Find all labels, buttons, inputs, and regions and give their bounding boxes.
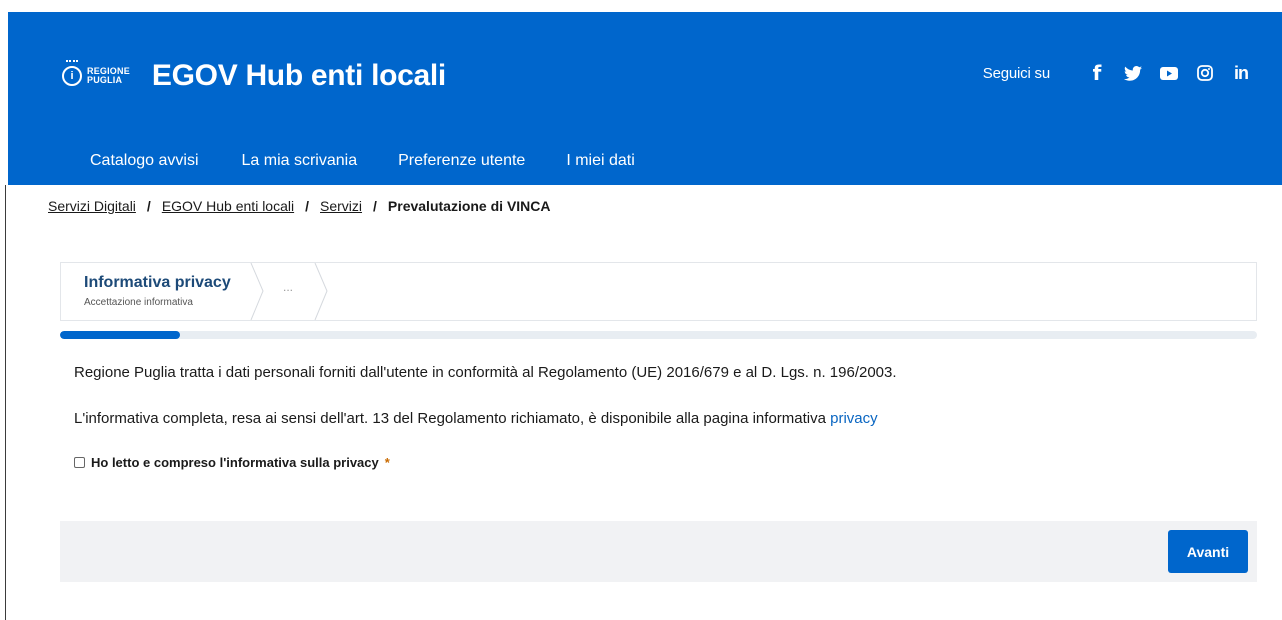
privacy-consent-checkbox[interactable] xyxy=(74,457,85,468)
step-chevron-icon xyxy=(314,263,328,320)
step-title: Informativa privacy xyxy=(84,274,231,291)
required-marker: * xyxy=(384,455,390,470)
privacy-paragraph: Regione Puglia tratta i dati personali f… xyxy=(74,364,897,381)
instagram-icon[interactable] xyxy=(1194,62,1216,84)
regione-emblem-icon: i xyxy=(62,60,82,86)
privacy-consent-label: Ho letto e compreso l'informativa sulla … xyxy=(91,455,379,470)
breadcrumb-servizi[interactable]: Servizi xyxy=(320,198,362,214)
privacy-info-paragraph: L'informativa completa, resa ai sensi de… xyxy=(74,410,878,427)
social-label: Seguici su xyxy=(982,64,1050,82)
social-links: Seguici su f in xyxy=(982,61,1252,85)
main-nav: Catalogo avvisi La mia scrivania Prefere… xyxy=(8,137,635,185)
logo-line-2: PUGLIA xyxy=(87,75,123,85)
youtube-icon[interactable] xyxy=(1158,62,1180,84)
step-next-placeholder: ... xyxy=(283,280,294,294)
left-border xyxy=(5,185,6,620)
step-informativa-privacy: Informativa privacy Accettazione informa… xyxy=(84,274,231,308)
site-header: i REGIONE PUGLIA EGOV Hub enti locali Se… xyxy=(8,12,1282,185)
app-title[interactable]: EGOV Hub enti locali xyxy=(152,59,446,93)
regione-puglia-logo[interactable]: i REGIONE PUGLIA xyxy=(62,60,130,86)
step-indicator: Informativa privacy Accettazione informa… xyxy=(60,262,1257,321)
linkedin-icon[interactable]: in xyxy=(1230,62,1252,84)
breadcrumb-servizi-digitali[interactable]: Servizi Digitali xyxy=(48,198,136,214)
avanti-button[interactable]: Avanti xyxy=(1168,530,1248,573)
breadcrumb-egov-hub[interactable]: EGOV Hub enti locali xyxy=(162,198,294,214)
brand: i REGIONE PUGLIA EGOV Hub enti locali xyxy=(62,56,446,96)
nav-item-i-miei-dati[interactable]: I miei dati xyxy=(566,152,634,170)
header-top: i REGIONE PUGLIA EGOV Hub enti locali Se… xyxy=(8,12,1282,137)
breadcrumb-current: Prevalutazione di VINCA xyxy=(387,198,551,214)
nav-item-la-mia-scrivania[interactable]: La mia scrivania xyxy=(242,152,358,170)
step-chevron-icon xyxy=(250,263,264,320)
breadcrumb-separator: / xyxy=(373,198,377,214)
progress-bar xyxy=(60,331,1257,339)
breadcrumb-separator: / xyxy=(146,198,151,214)
facebook-icon[interactable]: f xyxy=(1086,61,1108,85)
nav-item-preferenze-utente[interactable]: Preferenze utente xyxy=(398,152,525,170)
step-subtitle: Accettazione informativa xyxy=(84,297,193,308)
privacy-link[interactable]: privacy xyxy=(830,410,878,427)
progress-fill xyxy=(60,331,180,339)
form-actions-bar: Avanti xyxy=(60,521,1257,582)
logo-text: REGIONE PUGLIA xyxy=(87,67,130,85)
twitter-icon[interactable] xyxy=(1122,62,1144,84)
privacy-consent[interactable]: Ho letto e compreso l'informativa sulla … xyxy=(74,455,390,470)
privacy-info-text: L'informativa completa, resa ai sensi de… xyxy=(74,410,831,427)
breadcrumb: Servizi Digitali / EGOV Hub enti locali … xyxy=(48,198,551,214)
breadcrumb-separator: / xyxy=(305,198,309,214)
nav-item-catalogo-avvisi[interactable]: Catalogo avvisi xyxy=(90,152,199,170)
